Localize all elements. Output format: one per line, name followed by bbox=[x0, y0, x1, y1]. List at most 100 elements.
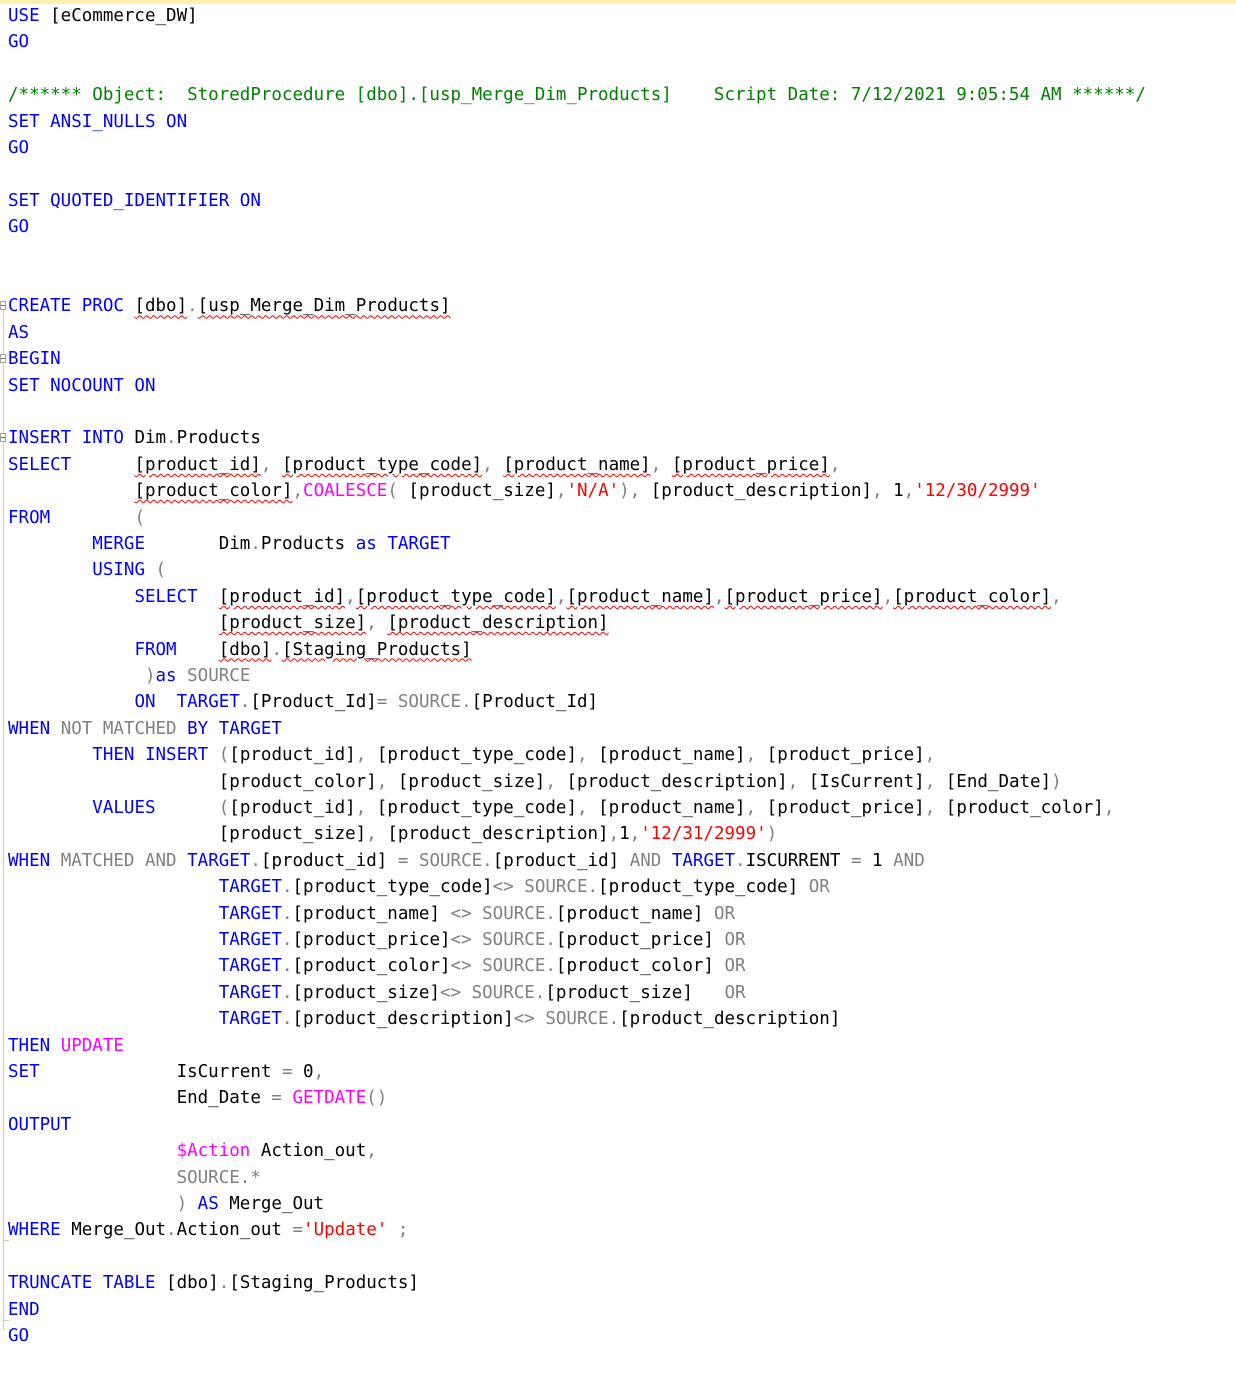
operator-token: . bbox=[250, 534, 261, 554]
code-line[interactable]: AS bbox=[8, 320, 29, 346]
collapse-icon[interactable] bbox=[0, 433, 6, 442]
code-line[interactable]: TARGET.[product_size]<> SOURCE.[product_… bbox=[8, 980, 746, 1006]
sql-editor[interactable]: USE [eCommerce_DW] GO /****** Object: Stor… bbox=[0, 0, 1236, 1394]
keyword-token: END bbox=[8, 1299, 40, 1320]
code-line[interactable]: SET ANSI_NULLS ON bbox=[8, 109, 187, 135]
keyword-token: TARGET bbox=[218, 718, 282, 739]
keyword-token: INSERT bbox=[144, 745, 209, 766]
flagged-identifier: [product_price] bbox=[671, 454, 830, 475]
code-line[interactable]: TARGET.[product_color]<> SOURCE.[product… bbox=[8, 953, 746, 979]
operator-token: SOURCE bbox=[187, 666, 251, 686]
identifier-token: [product_name] bbox=[598, 798, 746, 818]
keyword-token: CREATE PROC bbox=[8, 296, 135, 317]
identifier-token: [product_price] bbox=[292, 930, 451, 950]
code-line[interactable]: USE [eCommerce_DW] bbox=[8, 3, 198, 29]
code-line[interactable]: SET QUOTED_IDENTIFIER ON bbox=[8, 188, 261, 214]
function-token: UPDATE bbox=[60, 1035, 124, 1056]
code-line[interactable]: WHERE Merge_Out.Action_out ='Update' ; bbox=[8, 1217, 408, 1243]
operator-token: SOURCE bbox=[482, 956, 546, 977]
code-line[interactable]: USING ( bbox=[8, 557, 166, 583]
identifier-token: [product_name] bbox=[292, 903, 451, 924]
code-line[interactable]: WHEN NOT MATCHED BY TARGET bbox=[8, 716, 282, 742]
operator-token: . bbox=[534, 982, 546, 1003]
code-line[interactable]: /****** Object: StoredProcedure [dbo].[u… bbox=[8, 82, 1146, 108]
operator-token: <> bbox=[450, 903, 483, 924]
code-line[interactable]: SELECT [product_id],[product_type_code],… bbox=[8, 584, 1061, 610]
identifier-token: [product_type_code] bbox=[376, 798, 577, 818]
operator-token: , bbox=[1103, 798, 1115, 818]
operator-token: . bbox=[281, 982, 293, 1003]
identifier-token bbox=[8, 824, 219, 844]
code-line[interactable]: OUTPUT bbox=[8, 1112, 71, 1138]
keyword-token: GO bbox=[8, 138, 30, 158]
collapse-icon[interactable] bbox=[0, 301, 6, 310]
operator-token: OR bbox=[724, 982, 746, 1003]
code-line[interactable]: TARGET.[product_type_code]<> SOURCE.[pro… bbox=[8, 874, 830, 900]
keyword-token: THEN bbox=[8, 1035, 61, 1056]
identifier-token bbox=[156, 798, 219, 818]
operator-token: ( bbox=[218, 745, 230, 766]
operator-token: ) bbox=[1051, 771, 1062, 792]
identifier-token: 0 bbox=[303, 1062, 314, 1082]
code-line[interactable]: GO bbox=[8, 1323, 29, 1349]
flagged-identifier: [product_id] bbox=[218, 586, 346, 607]
operator-token: , bbox=[313, 1062, 325, 1082]
code-line[interactable]: SET NOCOUNT ON bbox=[8, 373, 156, 399]
code-line[interactable]: VALUES ([product_id], [product_type_code… bbox=[8, 795, 1114, 821]
operator-token: OR bbox=[713, 903, 736, 924]
code-line[interactable]: GO bbox=[8, 135, 29, 161]
code-line[interactable]: THEN UPDATE bbox=[8, 1033, 124, 1059]
code-line[interactable]: ON TARGET.[Product_Id]= SOURCE.[Product_… bbox=[8, 689, 598, 715]
code-line[interactable]: TARGET.[product_price]<> SOURCE.[product… bbox=[8, 927, 746, 953]
keyword-token: USING bbox=[92, 560, 145, 581]
code-line[interactable]: [product_size], [product_description],1,… bbox=[8, 821, 777, 847]
code-line[interactable]: FROM [dbo].[Staging_Products] bbox=[8, 637, 471, 663]
operator-token: , bbox=[545, 771, 567, 792]
code-line[interactable]: WHEN MATCHED AND TARGET.[product_id] = S… bbox=[8, 848, 925, 874]
code-line[interactable]: SOURCE.* bbox=[8, 1165, 261, 1191]
code-line[interactable]: BEGIN bbox=[8, 346, 61, 372]
keyword-token: as bbox=[155, 666, 177, 686]
operator-token: AND bbox=[893, 850, 925, 871]
code-line[interactable]: [product_color], [product_size], [produc… bbox=[8, 769, 1062, 795]
code-line[interactable]: INSERT INTO Dim.Products bbox=[8, 425, 261, 451]
code-line[interactable]: [product_color],COALESCE( [product_size]… bbox=[8, 478, 1040, 504]
code-line[interactable]: END bbox=[8, 1297, 40, 1323]
code-line[interactable]: [product_size], [product_description] bbox=[8, 610, 609, 636]
code-line[interactable]: End_Date = GETDATE() bbox=[8, 1085, 388, 1111]
operator-token: , bbox=[576, 798, 599, 818]
operator-token: , bbox=[608, 824, 620, 845]
flagged-identifier: [product_color] bbox=[134, 481, 293, 502]
operator-token: = bbox=[271, 1088, 293, 1109]
code-line[interactable]: )as SOURCE bbox=[8, 663, 250, 689]
identifier-token bbox=[8, 534, 92, 554]
identifier-token: [Product_Id] bbox=[471, 692, 599, 713]
operator-token: , bbox=[924, 771, 946, 792]
code-line[interactable]: $Action Action_out, bbox=[8, 1138, 377, 1164]
code-line[interactable]: THEN INSERT ([product_id], [product_type… bbox=[8, 742, 935, 768]
operator-token: <> bbox=[450, 930, 483, 950]
operator-token: SOURCE bbox=[471, 982, 535, 1003]
code-line[interactable]: GO bbox=[8, 29, 29, 55]
collapse-icon[interactable] bbox=[0, 354, 6, 363]
code-line[interactable]: FROM ( bbox=[8, 505, 145, 531]
code-line[interactable]: SELECT [product_id], [product_type_code]… bbox=[8, 452, 840, 478]
code-line[interactable]: TARGET.[product_name] <> SOURCE.[product… bbox=[8, 901, 735, 927]
operator-token: , bbox=[345, 586, 356, 607]
code-line[interactable]: SET IsCurrent = 0, bbox=[8, 1059, 324, 1085]
code-line[interactable]: TRUNCATE TABLE [dbo].[Staging_Products] bbox=[8, 1270, 419, 1296]
code-line[interactable]: CREATE PROC [dbo].[usp_Merge_Dim_Product… bbox=[8, 293, 451, 319]
keyword-token: AS bbox=[197, 1194, 219, 1214]
identifier-token bbox=[8, 1141, 177, 1161]
keyword-token: FROM bbox=[134, 639, 177, 660]
operator-token: . bbox=[166, 1220, 177, 1241]
code-line[interactable]: TARGET.[product_description]<> SOURCE.[p… bbox=[8, 1006, 841, 1032]
identifier-token: [product_color] bbox=[292, 956, 451, 977]
code-line[interactable]: MERGE Dim.Products as TARGET bbox=[8, 531, 450, 557]
identifier-token: [Product_Id] bbox=[250, 692, 377, 713]
identifier-token bbox=[8, 1194, 177, 1214]
code-line[interactable]: GO bbox=[8, 214, 29, 240]
code-line[interactable]: ) AS Merge_Out bbox=[8, 1191, 325, 1217]
keyword-token: TARGET bbox=[218, 930, 282, 950]
identifier-token: Action_out bbox=[250, 1141, 367, 1162]
